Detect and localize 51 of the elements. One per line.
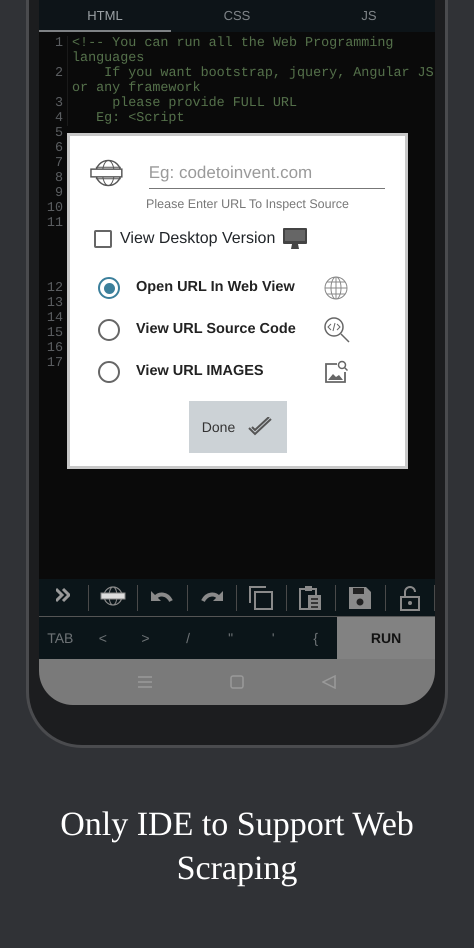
line-number: 16 (46, 340, 64, 356)
image-search-icon (324, 360, 348, 384)
done-button[interactable]: Done (188, 401, 286, 454)
code-line: please provide FULL URL (67, 96, 435, 111)
save-icon[interactable] (347, 584, 374, 610)
option-label: View URL Source Code (136, 320, 297, 340)
option-label: Open URL In Web View (136, 278, 296, 298)
line-number: 14 (46, 310, 64, 326)
code-line: Eg: <Script (67, 111, 435, 126)
line-number: 1 (54, 36, 64, 53)
line-number: 2 (54, 66, 64, 83)
key[interactable]: ' (252, 617, 294, 659)
line-number: 9 (54, 186, 64, 201)
checkbox[interactable] (94, 230, 112, 248)
caption: Only IDE to Support Web Scraping (59, 805, 415, 889)
code-line: <!-- You can run all the Web Programming languages (67, 36, 435, 66)
line-number: 6 (54, 141, 64, 156)
globe-icon (324, 276, 348, 300)
line-number: 11 (46, 216, 64, 231)
key[interactable]: " (209, 617, 252, 659)
hint-text: Please Enter URL To Inspect Source (145, 196, 350, 213)
line-number: 13 (46, 296, 64, 310)
line-number: 12 (46, 280, 64, 296)
clipboard-icon[interactable] (298, 584, 324, 610)
option-label: View URL IMAGES (136, 362, 265, 382)
checkmark-icon (247, 417, 274, 438)
copy-icon[interactable] (248, 584, 274, 610)
key[interactable]: < (82, 617, 124, 659)
tab[interactable]: CSS (171, 0, 303, 32)
key[interactable]: { (294, 617, 338, 659)
line-number: 7 (54, 156, 64, 171)
radio-button[interactable] (98, 277, 120, 300)
radio-button[interactable] (98, 319, 120, 342)
www-globe-icon (90, 158, 125, 188)
run-button[interactable]: RUN (337, 617, 435, 659)
line-number: 15 (46, 326, 64, 340)
line-number: 10 (46, 201, 64, 216)
monitor-icon (283, 228, 308, 250)
tab[interactable]: HTML (39, 0, 171, 32)
line-number: 8 (54, 171, 64, 186)
tab[interactable]: JS (303, 0, 435, 32)
radio-button[interactable] (98, 361, 120, 384)
line-number: 3 (54, 96, 64, 111)
line-number: 4 (54, 111, 64, 126)
line-number: 5 (54, 126, 64, 141)
key[interactable]: / (166, 617, 210, 659)
key[interactable]: > (124, 617, 167, 659)
line-number: 17 (46, 356, 64, 370)
checkbox-label: View Desktop Version (120, 229, 276, 250)
key[interactable]: TAB (39, 617, 82, 659)
code-search-icon (324, 317, 350, 344)
